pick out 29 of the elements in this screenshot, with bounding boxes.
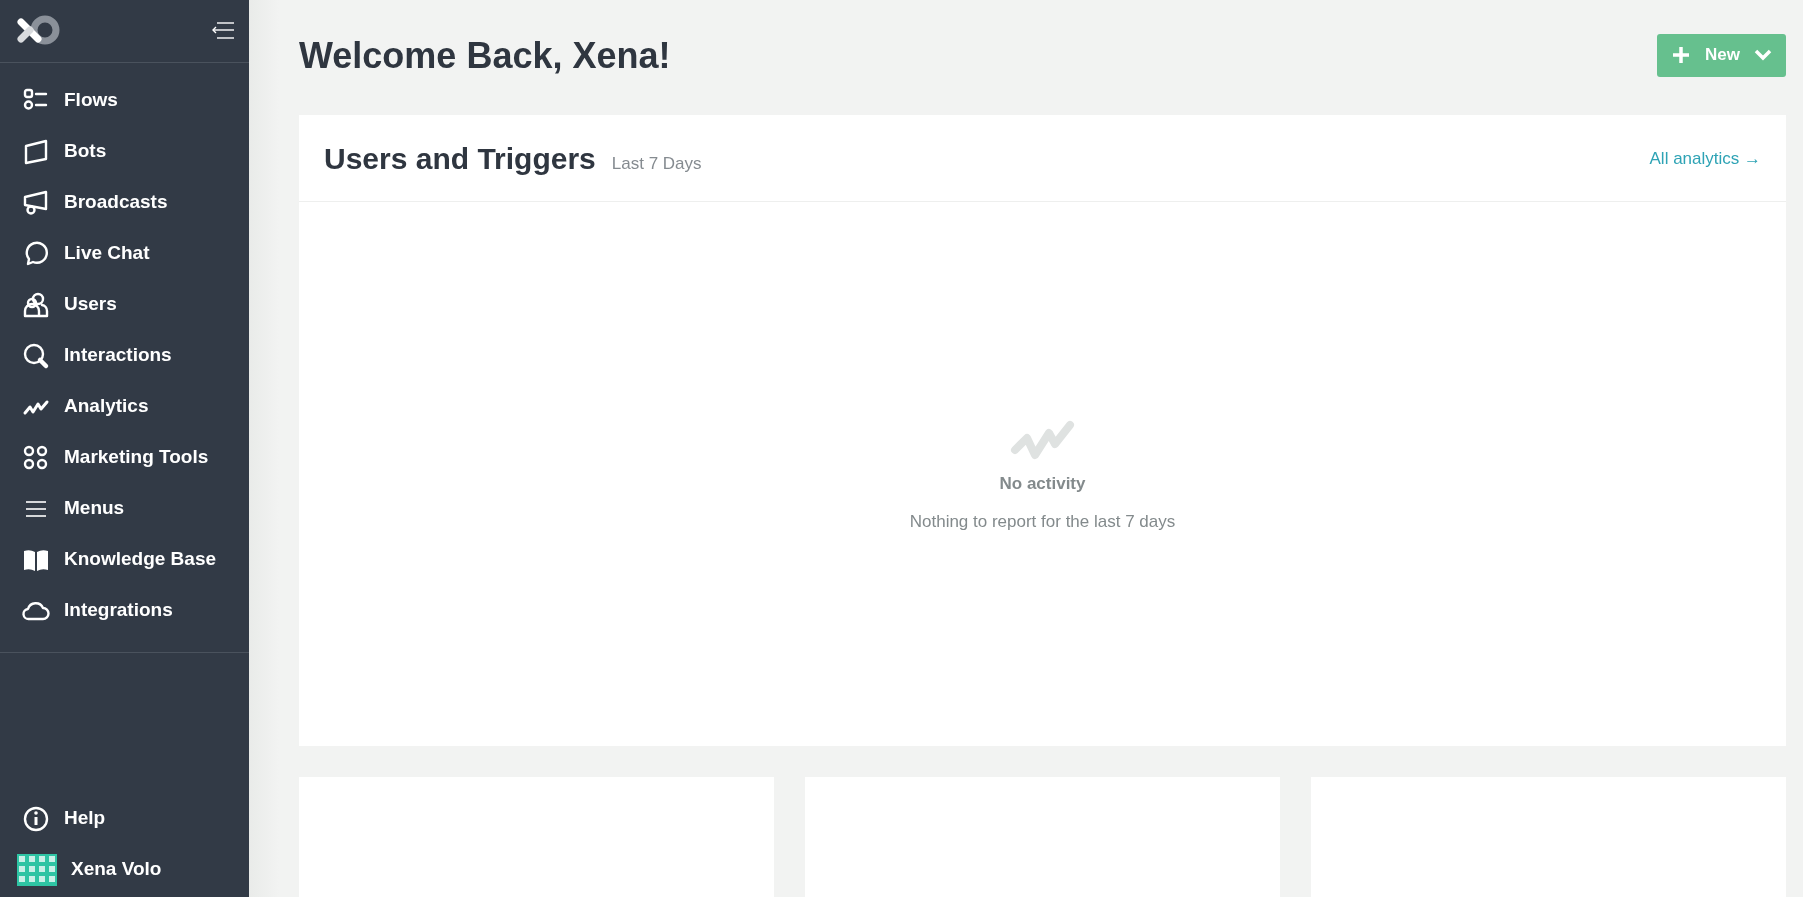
- sidebar-item[interactable]: Flows: [0, 75, 249, 126]
- card-title: Users and Triggers: [324, 140, 596, 177]
- user-item[interactable]: Xena Volo: [0, 844, 249, 895]
- empty-message: Nothing to report for the last 7 days: [909, 510, 1176, 533]
- avatar-icon: [17, 853, 57, 886]
- sidebar-item[interactable]: Analytics: [0, 381, 249, 432]
- collapse-sidebar-icon[interactable]: [211, 21, 235, 41]
- sidebar-item[interactable]: Marketing Tools: [0, 432, 249, 483]
- info-icon: [22, 804, 50, 833]
- logo-icon[interactable]: [14, 15, 60, 47]
- megaphone-icon: [22, 188, 50, 217]
- flag-icon: [22, 137, 50, 166]
- search-icon: [22, 341, 50, 370]
- grid-icon: [22, 443, 50, 472]
- sidebar-item[interactable]: Interactions: [0, 330, 249, 381]
- sidebar-item[interactable]: Knowledge Base: [0, 534, 249, 585]
- help-item[interactable]: Help: [0, 793, 249, 844]
- sidebar-item[interactable]: Menus: [0, 483, 249, 534]
- welcome-title: Welcome Back, Xena!: [299, 33, 671, 77]
- period-label: Last 7 Days: [611, 152, 702, 175]
- users-icon: [22, 290, 50, 319]
- empty-title: No activity: [999, 473, 1086, 496]
- sidebar-item[interactable]: Integrations: [0, 585, 249, 636]
- caret-icon: [1754, 49, 1772, 62]
- sidebar-item[interactable]: Broadcasts: [0, 177, 249, 228]
- sidebar-item[interactable]: Live Chat: [0, 228, 249, 279]
- sidebar-item[interactable]: Users: [0, 279, 249, 330]
- sidebar-item[interactable]: Bots: [0, 126, 249, 177]
- plus-icon: [1671, 45, 1692, 66]
